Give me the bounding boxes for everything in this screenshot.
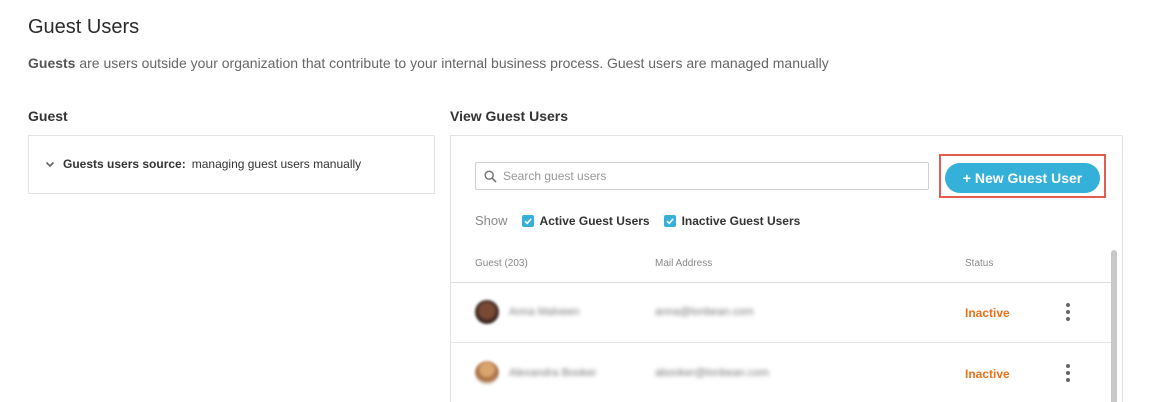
table-row[interactable]: Anna Malveen anna@lonbean.com Inactive <box>451 283 1111 343</box>
chevron-down-icon[interactable] <box>43 157 57 171</box>
inactive-guest-users-label[interactable]: Inactive Guest Users <box>682 214 801 228</box>
avatar <box>475 361 499 385</box>
guest-name: Anna Malveen <box>509 306 580 318</box>
page-title: Guest Users <box>28 16 140 38</box>
guest-section-title: Guest <box>28 108 68 124</box>
status-badge: Inactive <box>965 306 1010 320</box>
more-options-icon[interactable] <box>1063 303 1073 321</box>
guest-source-value: managing guest users manually <box>191 157 362 171</box>
view-guest-users-panel: + New Guest User Show Active Guest Users… <box>450 135 1123 402</box>
search-box[interactable] <box>475 162 929 190</box>
show-label: Show <box>475 213 508 228</box>
check-icon <box>523 217 532 224</box>
more-options-icon[interactable] <box>1063 364 1073 382</box>
column-header-status[interactable]: Status <box>965 258 993 269</box>
guest-email: anna@lonbean.com <box>655 306 754 318</box>
check-icon <box>666 217 674 224</box>
active-guest-users-checkbox[interactable] <box>521 214 534 227</box>
column-header-guest[interactable]: Guest (203) <box>475 258 528 269</box>
show-filter-row: Show Active Guest Users Inactive Guest U… <box>475 213 814 228</box>
guest-source-panel: Guests users source: managing guest user… <box>28 135 435 194</box>
inactive-guest-users-checkbox[interactable] <box>663 214 676 227</box>
search-icon <box>484 169 497 183</box>
view-section-title: View Guest Users <box>450 108 569 124</box>
guest-email: abooker@lonbean.com <box>655 367 769 379</box>
column-header-mail[interactable]: Mail Address <box>655 258 712 269</box>
new-guest-user-button[interactable]: + New Guest User <box>945 163 1100 193</box>
scrollbar[interactable] <box>1111 250 1117 402</box>
active-guest-users-label[interactable]: Active Guest Users <box>540 214 650 228</box>
page-description: Guests are users outside your organizati… <box>28 55 829 71</box>
guest-source-label: Guests users source: <box>63 157 186 171</box>
guest-source-row[interactable]: Guests users source: managing guest user… <box>43 157 361 171</box>
table-row[interactable]: Alexandra Booker abooker@lonbean.com Ina… <box>451 344 1111 402</box>
guest-name: Alexandra Booker <box>509 367 597 379</box>
description-text: are users outside your organization that… <box>75 55 829 71</box>
search-input[interactable] <box>503 169 903 183</box>
status-badge: Inactive <box>965 367 1010 381</box>
avatar <box>475 300 499 324</box>
description-bold: Guests <box>28 55 76 71</box>
